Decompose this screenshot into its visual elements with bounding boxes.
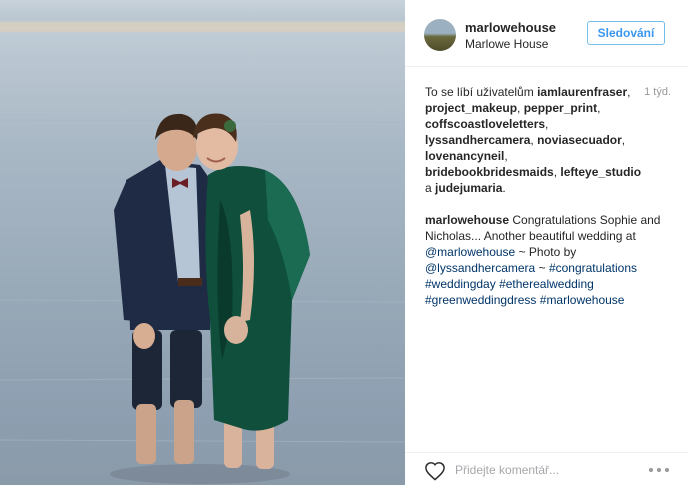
liker-username[interactable]: bridebookbridesmaids bbox=[425, 165, 554, 179]
likes-prefix: To se líbí uživatelům bbox=[425, 85, 534, 99]
liker-username[interactable]: noviasecuador bbox=[537, 133, 622, 147]
author-username[interactable]: marlowehouse bbox=[465, 20, 556, 35]
post-body: To se líbí uživatelům iamlaurenfraser, p… bbox=[425, 84, 671, 308]
liker-username[interactable]: judejumaria bbox=[435, 181, 502, 195]
caption-hashtag[interactable]: #etherealwedding bbox=[499, 277, 594, 291]
caption-mention[interactable]: @lyssandhercamera bbox=[425, 261, 535, 275]
liker-username[interactable]: pepper_print bbox=[524, 101, 597, 115]
caption-hashtag[interactable]: #weddingday bbox=[425, 277, 496, 291]
heart-outline-icon[interactable] bbox=[424, 461, 446, 481]
caption-hashtag[interactable]: #greenweddingdress bbox=[425, 293, 536, 307]
caption-text: ~ Photo by bbox=[518, 245, 577, 259]
caption-text: ~ bbox=[538, 261, 546, 275]
liker-username[interactable]: project_makeup bbox=[425, 101, 517, 115]
liker-username[interactable]: coffscoastloveletters bbox=[425, 117, 545, 131]
liker-username[interactable]: lefteye_studio bbox=[560, 165, 641, 179]
more-options-icon[interactable] bbox=[647, 465, 671, 475]
likes-summary: To se líbí uživatelům iamlaurenfraser, p… bbox=[425, 84, 671, 195]
post-caption: marlowehouse Congratulations Sophie and … bbox=[425, 212, 671, 308]
liker-username[interactable]: lovenancyneil bbox=[425, 149, 504, 163]
post-time-ago[interactable]: 1 týd. bbox=[644, 84, 671, 100]
caption-hashtag[interactable]: #marlowehouse bbox=[540, 293, 625, 307]
comment-input[interactable] bbox=[455, 461, 635, 479]
post-location[interactable]: Marlowe House bbox=[465, 37, 548, 51]
liker-username[interactable]: lyssandhercamera bbox=[425, 133, 530, 147]
likes-conjunction: a bbox=[425, 181, 432, 195]
comment-bar bbox=[405, 452, 688, 486]
liker-username[interactable]: iamlaurenfraser bbox=[537, 85, 627, 99]
post-details-panel: marlowehouse Marlowe House Sledování To … bbox=[405, 0, 690, 485]
caption-username[interactable]: marlowehouse bbox=[425, 213, 509, 227]
post-photo[interactable] bbox=[0, 0, 405, 485]
author-avatar[interactable] bbox=[424, 19, 456, 51]
caption-mention[interactable]: @marlowehouse bbox=[425, 245, 515, 259]
caption-hashtag[interactable]: #congratulations bbox=[549, 261, 637, 275]
post-header: marlowehouse Marlowe House Sledování bbox=[405, 0, 688, 67]
follow-button[interactable]: Sledování bbox=[587, 21, 665, 45]
wedding-couple-image bbox=[0, 22, 405, 484]
